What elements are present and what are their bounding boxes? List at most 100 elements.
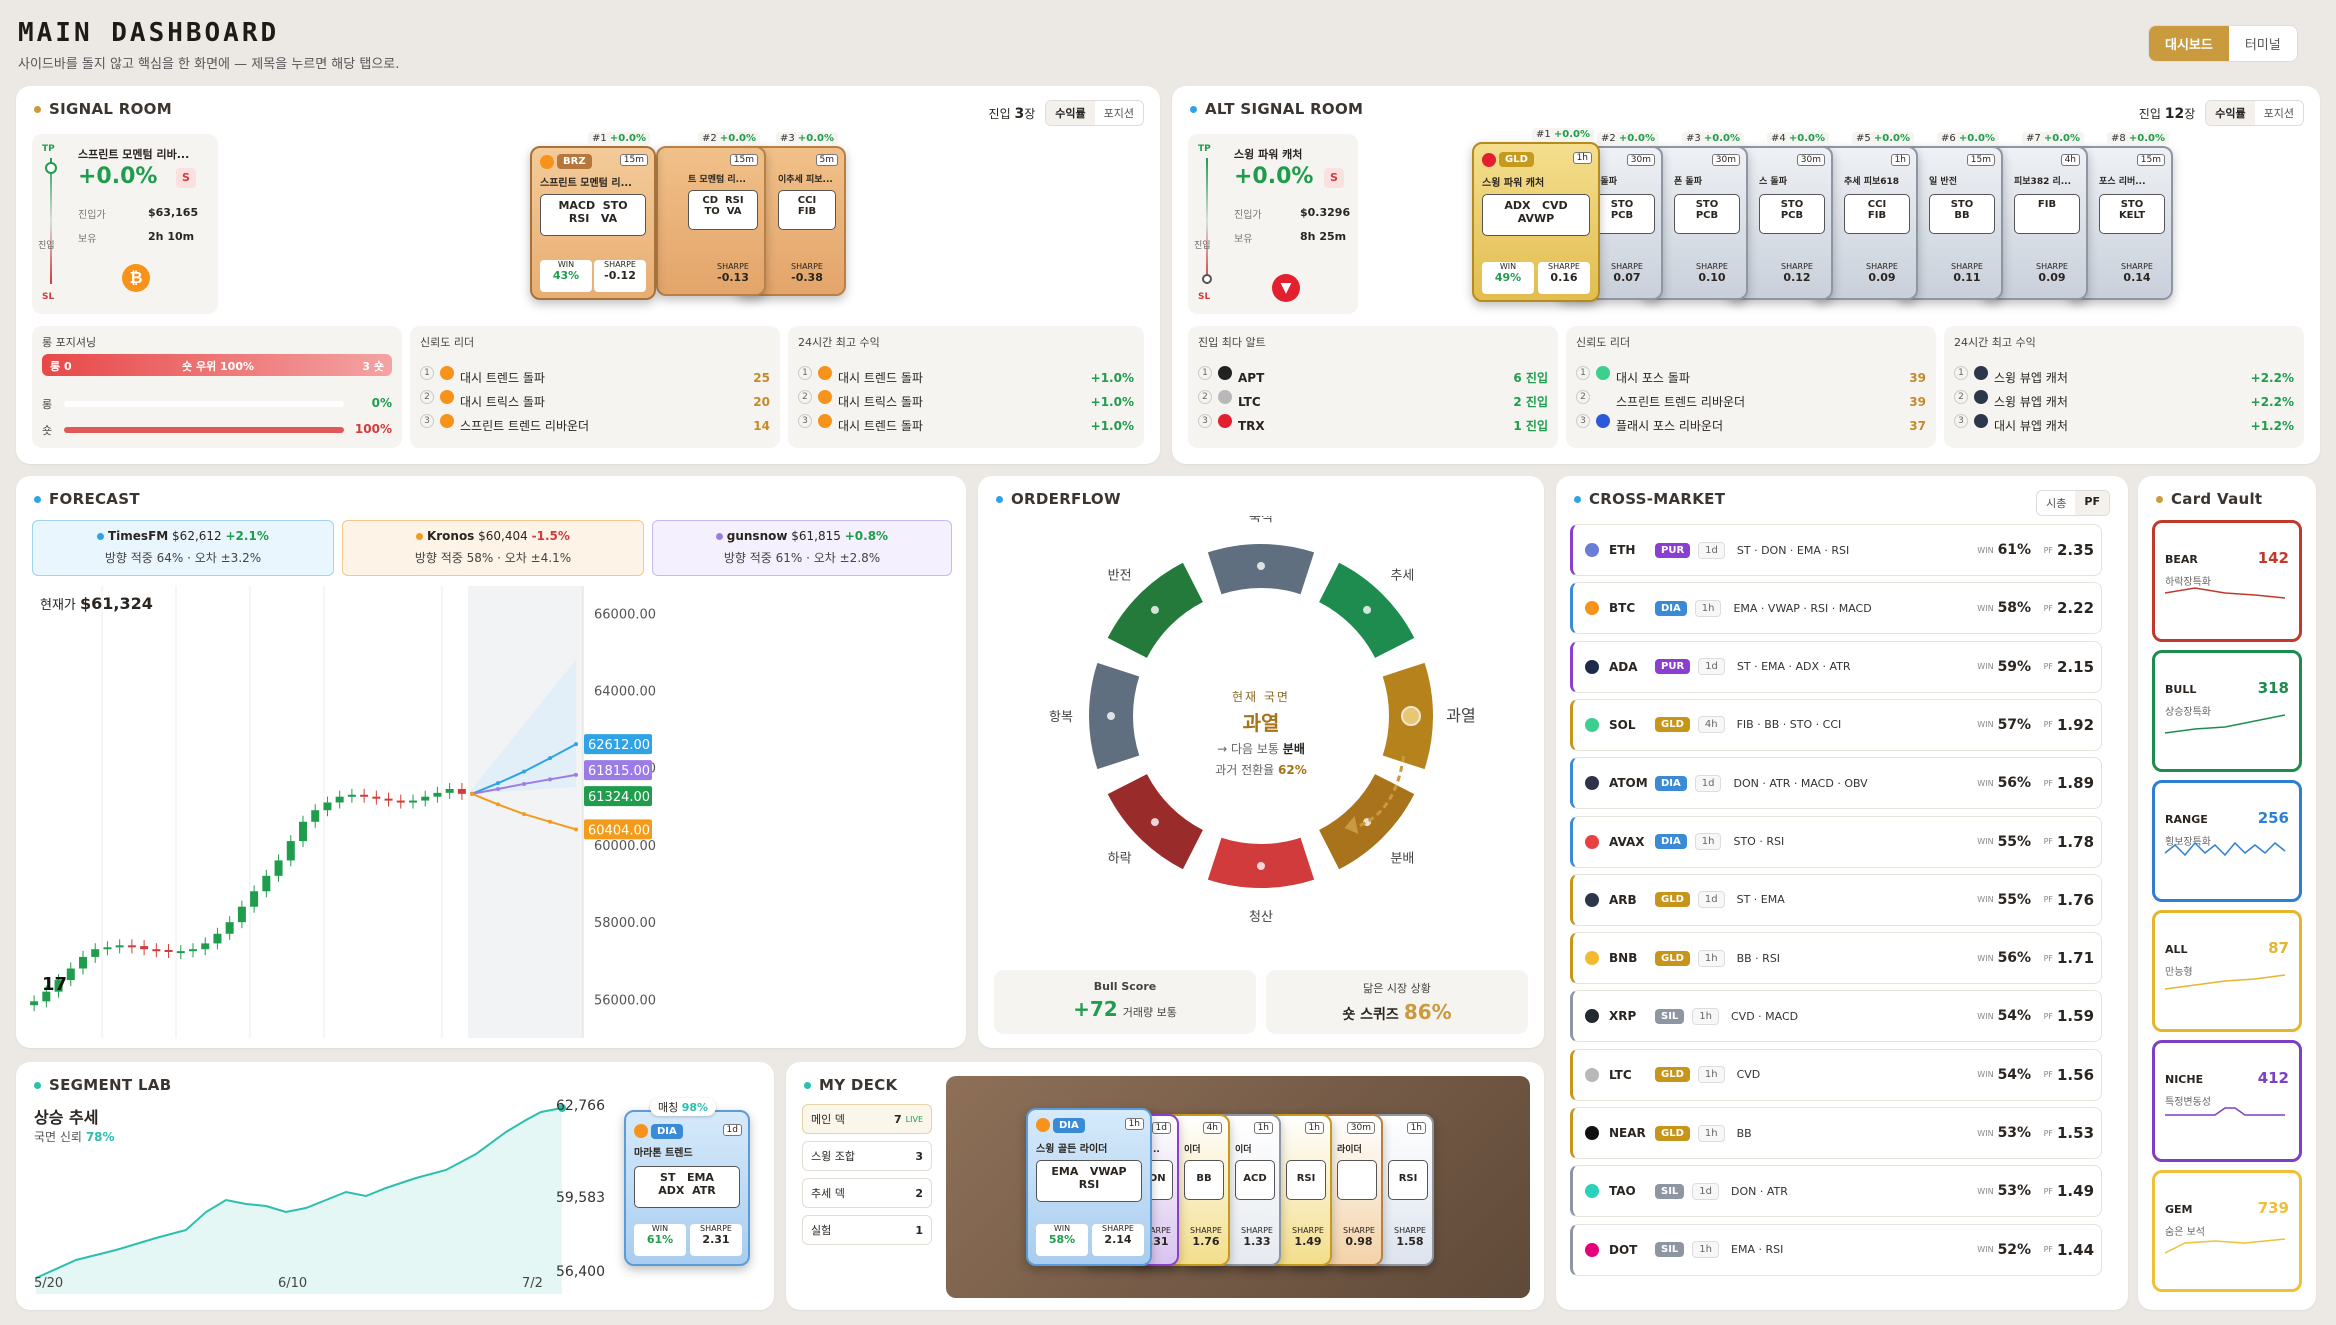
forecast-point: [522, 812, 526, 817]
vault-card-gem[interactable]: GEM 739 숨은 보석: [2152, 1170, 2302, 1292]
candle: [262, 875, 271, 892]
forecast-point: [496, 802, 500, 807]
model-gunsnow[interactable]: gunsnow $61,815 +0.8% 방향 적중 61% · 오차 ±2.…: [652, 520, 952, 576]
candle: [335, 796, 344, 803]
phase-marker: [1257, 562, 1265, 570]
alt-trust-row[interactable]: 1 대시 포스 돌파 39: [1576, 366, 1926, 390]
trust-row[interactable]: 3 스프린트 트렌드 리바운더 14: [420, 414, 770, 438]
page-title: MAIN DASHBOARD: [18, 18, 280, 48]
candle: [396, 800, 405, 803]
cross-market-row[interactable]: SOL GLD 4h FIB · BB · STO · CCI WIN 57% P…: [1570, 698, 2102, 751]
alt-trust-row[interactable]: 2 스프린트 트렌드 리바운더 39: [1576, 390, 1926, 414]
signal-room-panel: SIGNAL ROOM 진입 3장 수익률 포지션 TP 진입 SL 스프린트 모…: [16, 86, 1160, 464]
vault-card-all[interactable]: ALL 87 만능형: [2152, 910, 2302, 1032]
alt-toggle-position[interactable]: 포지션: [2255, 101, 2303, 125]
sort-pf[interactable]: PF: [2075, 491, 2109, 515]
cross-market-row[interactable]: ETH PUR 1d ST · DON · EMA · RSI WIN 61% P…: [1570, 524, 2102, 576]
candle: [250, 891, 259, 907]
phase-label: 추세: [1390, 569, 1414, 584]
coin-icon: [1585, 1067, 1599, 1082]
price-label-text: 61815.00: [588, 764, 650, 779]
alert-row[interactable]: 1 APT 6 진입: [1198, 366, 1548, 390]
cross-market-row[interactable]: XRP SIL 1h CVD · MACD WIN 54% PF 1.59: [1570, 990, 2102, 1043]
similar-market: 닮은 시장 상황 숏 스퀴즈 86%: [1266, 970, 1528, 1034]
cross-market-row[interactable]: TAO SIL 1d DON · ATR WIN 53% PF 1.49: [1570, 1165, 2102, 1218]
card-vault-panel: Card Vault BEAR 142 하락장특화 BULL 318 상승장특화…: [2138, 476, 2316, 1310]
vault-card-niche[interactable]: NICHE 412 특정변동성: [2152, 1040, 2302, 1162]
alt-main-signal-card[interactable]: TP 진입 SL 스윙 파워 캐처 +0.0% S 진입가 $0.3296 보유…: [1188, 134, 1358, 314]
signal-room-title[interactable]: SIGNAL ROOM: [34, 100, 172, 118]
toggle-position[interactable]: 포지션: [1095, 101, 1143, 125]
my-deck-panel: MY DECK 메인 덱7 LIVE 스윙 조합 3 추세 덱2 실험 1 1h R…: [786, 1062, 1544, 1310]
candle: [323, 802, 332, 811]
candle: [152, 949, 161, 952]
coin-icon: [1585, 1009, 1599, 1024]
orderflow-title[interactable]: ORDERFLOW: [996, 490, 1121, 508]
cross-market-row[interactable]: AVAX DIA 1h STO · RSI WIN 55% PF 1.78: [1570, 815, 2102, 868]
candle: [127, 945, 136, 948]
tab-terminal[interactable]: 터미널: [2229, 26, 2297, 61]
vault-card-bull[interactable]: BULL 318 상승장특화: [2152, 650, 2302, 772]
forecast-point: [574, 772, 578, 777]
deck-item[interactable]: 메인 덱7 LIVE: [802, 1104, 932, 1134]
alt-signal-card-1[interactable]: #1 +0.0% GLD 1h 스윙 파워 캐처 ADX CVD AVWP WIN…: [1472, 128, 1600, 302]
forecast-chart[interactable]: 3일8일13일18일23일7월6일66000.0064000.0062000.0…: [16, 586, 966, 1042]
y-tick-label: 64000.00: [594, 685, 656, 700]
tron-icon: ▼: [1272, 274, 1300, 302]
card-vault-title[interactable]: Card Vault: [2156, 490, 2262, 508]
signal-card-2[interactable]: #2 +0.0% 15m 트 모멘텀 리... CD RSI TO VA SHAR…: [656, 132, 766, 296]
candle: [164, 949, 173, 952]
cross-market-row[interactable]: NEAR GLD 1h BB WIN 53% PF 1.53: [1570, 1107, 2102, 1159]
alt-signal-room-title[interactable]: ALT SIGNAL ROOM: [1190, 100, 1363, 118]
model-kronos[interactable]: Kronos $60,404 -1.5% 방향 적중 58% · 오차 ±4.1…: [342, 520, 644, 576]
sort-mcap[interactable]: 시총: [2037, 491, 2075, 515]
alt-best-row[interactable]: 1 스윙 뷰엡 캐처 +2.2%: [1954, 366, 2294, 390]
best-row[interactable]: 3 대시 트렌드 돌파 +1.0%: [798, 414, 1134, 438]
phase-label: 항복: [1049, 710, 1073, 725]
toggle-pnl[interactable]: 수익률: [1046, 101, 1095, 125]
cross-market-row[interactable]: LTC GLD 1h CVD WIN 54% PF 1.56: [1570, 1048, 2102, 1101]
alert-row[interactable]: 3 TRX 1 진입: [1198, 414, 1548, 438]
vault-card-range[interactable]: RANGE 256 횡보장특화: [2152, 780, 2302, 902]
cross-market-row[interactable]: ARB GLD 1d ST · EMA WIN 55% PF 1.76: [1570, 873, 2102, 926]
alt-best-row[interactable]: 3 대시 뷰엡 캐처 +1.2%: [1954, 414, 2294, 438]
alt-trust-row[interactable]: 3 플래시 포스 리바운더 37: [1576, 414, 1926, 438]
tab-dashboard[interactable]: 대시보드: [2149, 26, 2229, 61]
main-signal-card[interactable]: TP 진입 SL 스프린트 모멘텀 리바... +0.0% S 진입가 $63,…: [32, 134, 218, 314]
vault-card-bear[interactable]: BEAR 142 하락장특화: [2152, 520, 2302, 642]
phase-marker: [1150, 818, 1159, 827]
forecast-title[interactable]: FORECAST: [34, 490, 140, 508]
coin-icon: [1585, 543, 1599, 557]
alt-toggle-pnl[interactable]: 수익률: [2206, 101, 2255, 125]
page-subtitle: 사이드바를 돌지 않고 핵심을 한 화면에 — 제목을 누르면 해당 탭으로.: [18, 57, 400, 72]
deck-item[interactable]: 스윙 조합 3: [802, 1141, 932, 1171]
deck-item[interactable]: 추세 덱2: [802, 1178, 932, 1208]
y-tick-label: 56000.00: [594, 993, 656, 1008]
deck-item[interactable]: 실험 1: [802, 1215, 932, 1245]
alt-best-row[interactable]: 2 스윙 뷰엡 캐처 +2.2%: [1954, 390, 2294, 414]
candle: [103, 947, 112, 950]
cross-market-title[interactable]: CROSS-MARKET: [1574, 490, 1725, 508]
cross-market-row[interactable]: BNB GLD 1h BB · RSI WIN 56% PF 1.71: [1570, 932, 2102, 985]
candle: [433, 792, 442, 797]
cross-market-row[interactable]: ADA PUR 1d ST · EMA · ADX · ATR WIN 59% P…: [1570, 640, 2102, 693]
model-timesfm[interactable]: TimesFM $62,612 +2.1% 방향 적중 64% · 오차 ±3.…: [32, 520, 334, 576]
alert-row[interactable]: 2 LTC 2 진입: [1198, 390, 1548, 414]
best-row[interactable]: 1 대시 트렌드 돌파 +1.0%: [798, 366, 1134, 390]
candle: [421, 796, 430, 801]
my-deck-title[interactable]: MY DECK: [804, 1076, 897, 1094]
coin-icon: [1585, 1184, 1599, 1199]
cross-market-row[interactable]: BTC DIA 1h EMA · VWAP · RSI · MACD WIN 58…: [1570, 582, 2102, 635]
segment-match-card[interactable]: 매칭 98% DIA 1d 마라톤 트렌드 ST EMA ADX ATR WIN 6…: [624, 1098, 750, 1266]
forecast-point: [470, 791, 474, 796]
signal-card-1[interactable]: #1 +0.0% BRZ 15m 스프린트 모멘텀 리... MACD STO R…: [530, 132, 656, 300]
cross-market-row[interactable]: DOT SIL 1h EMA · RSI WIN 52% PF 1.44: [1570, 1223, 2102, 1276]
cross-market-row[interactable]: ATOM DIA 1d DON · ATR · MACD · OBV WIN 56…: [1570, 757, 2102, 810]
deck-card-1[interactable]: DIA 1h 스윙 골든 라이더 EMA VWAP RSI WIN 58% SHAR…: [1026, 1108, 1152, 1266]
candle: [30, 1001, 39, 1006]
phase-label: 반전: [1108, 569, 1132, 584]
y-tick-label: 58000.00: [594, 916, 656, 931]
trust-row[interactable]: 1 대시 트렌드 돌파 25: [420, 366, 770, 390]
best-row[interactable]: 2 대시 트릭스 돌파 +1.0%: [798, 390, 1134, 414]
trust-row[interactable]: 2 대시 트릭스 돌파 20: [420, 390, 770, 414]
